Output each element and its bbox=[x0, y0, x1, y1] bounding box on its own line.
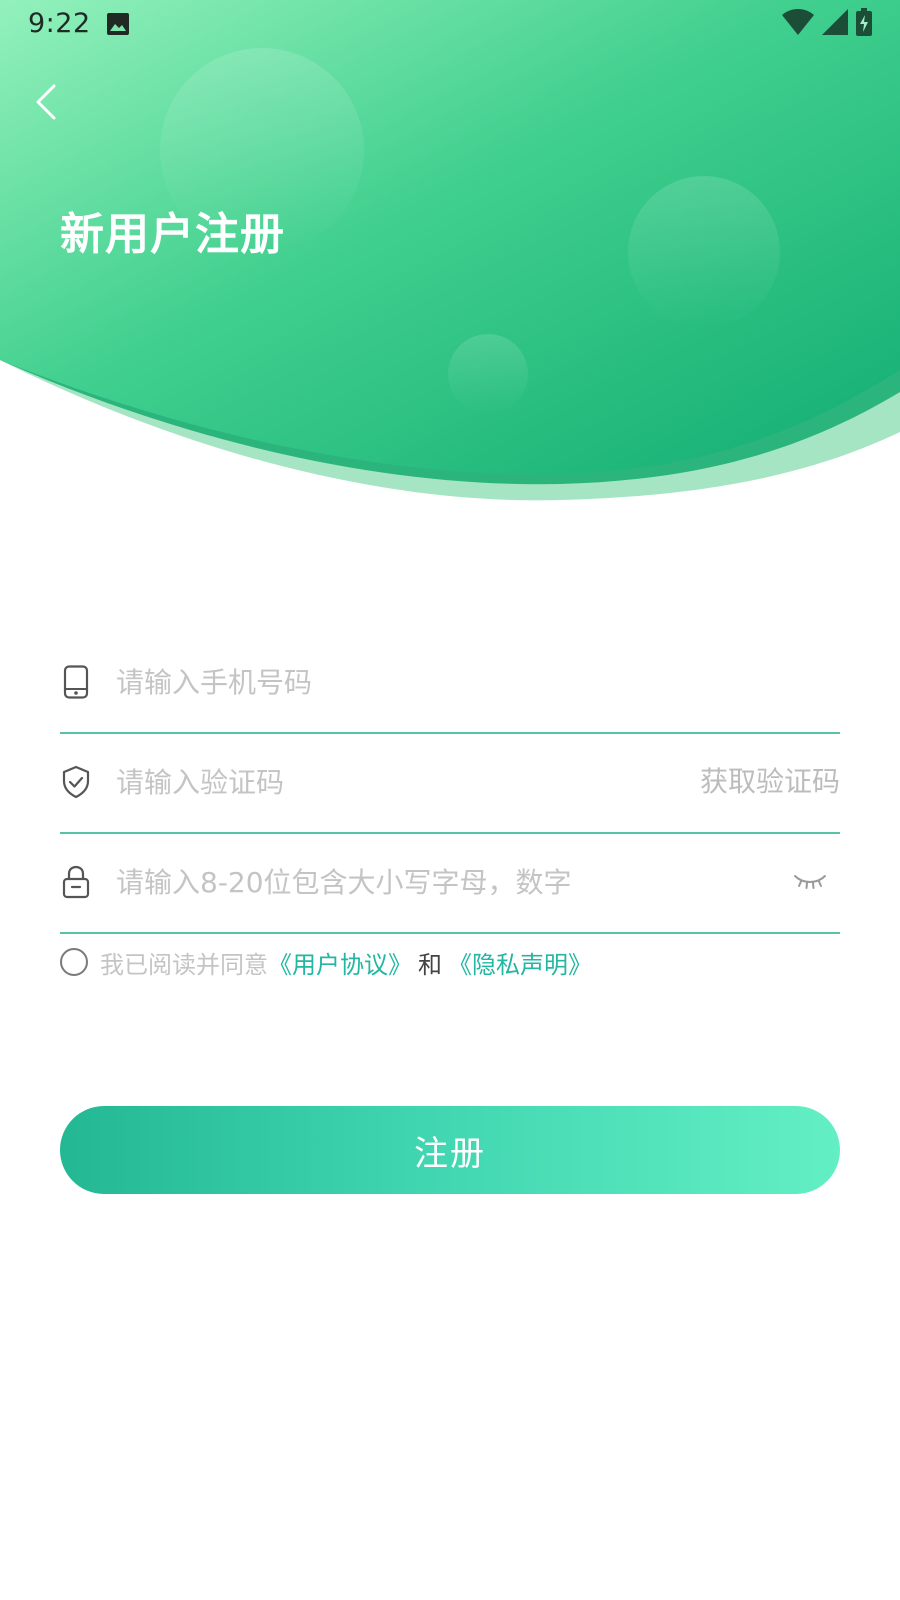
lock-icon bbox=[60, 864, 92, 900]
agreement-prefix: 我已阅读并同意 bbox=[100, 950, 268, 979]
agreement-checkbox[interactable] bbox=[60, 948, 88, 976]
verification-code-input[interactable] bbox=[116, 756, 656, 808]
wifi-icon bbox=[782, 9, 814, 39]
register-button[interactable]: 注册 bbox=[60, 1106, 840, 1194]
phone-input[interactable] bbox=[116, 656, 836, 708]
register-screen: 9:22 新用户注册 请输入手机号码 请输入验证码 获取验证码 我已阅读并同意 … bbox=[0, 0, 900, 1600]
phone-icon bbox=[60, 664, 92, 700]
page-title: 新用户注册 bbox=[60, 209, 285, 260]
toggle-password-visibility[interactable] bbox=[792, 866, 828, 898]
privacy-statement-link[interactable]: 《隐私声明》 bbox=[448, 945, 592, 980]
gallery-notification-icon bbox=[106, 12, 130, 36]
get-code-button[interactable]: 获取验证码 bbox=[700, 756, 840, 808]
battery-charging-icon bbox=[856, 8, 872, 40]
back-button[interactable] bbox=[22, 78, 70, 126]
status-time: 9:22 bbox=[28, 8, 91, 39]
phone-row bbox=[60, 634, 840, 734]
shield-check-icon bbox=[60, 764, 92, 800]
password-input[interactable] bbox=[116, 856, 756, 908]
agreement-row: 我已阅读并同意 《用户协议》 和 《隐私声明》 bbox=[60, 942, 592, 982]
agreement-and: 和 bbox=[418, 950, 442, 979]
cellular-signal-icon bbox=[822, 9, 848, 39]
password-row bbox=[60, 834, 840, 934]
status-icons bbox=[782, 8, 872, 40]
eye-closed-icon bbox=[794, 875, 826, 889]
status-bar: 9:22 bbox=[0, 0, 900, 48]
verification-code-row: 获取验证码 bbox=[60, 734, 840, 834]
chevron-left-icon bbox=[36, 84, 56, 120]
user-agreement-link[interactable]: 《用户协议》 bbox=[268, 945, 412, 980]
